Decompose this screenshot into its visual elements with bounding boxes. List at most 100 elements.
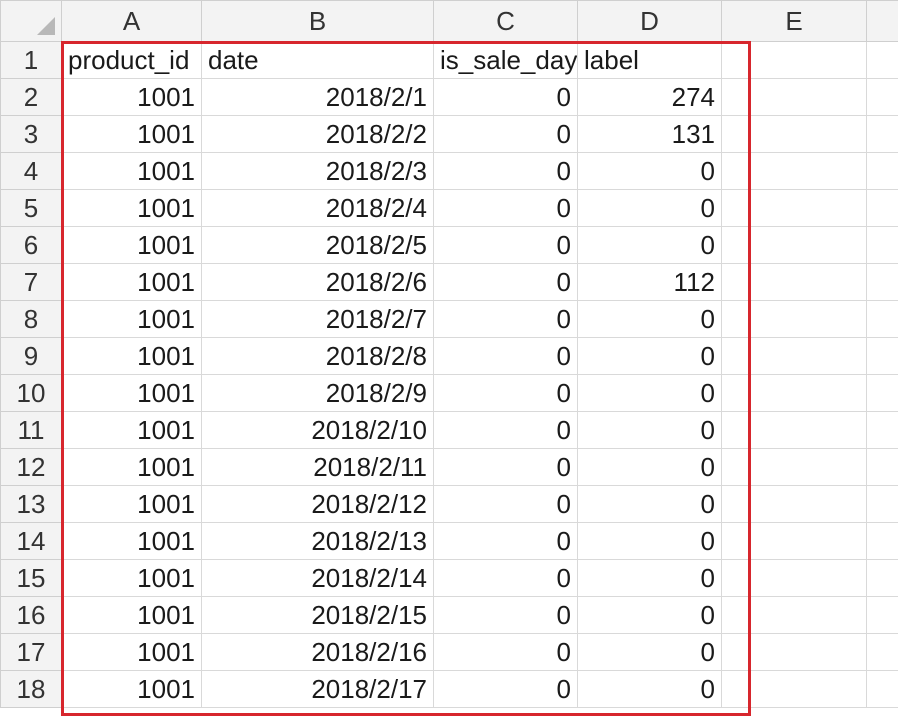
cell-is-sale-day[interactable]: 0: [433, 263, 578, 301]
cell-empty[interactable]: [866, 633, 898, 671]
row-header[interactable]: 3: [0, 115, 62, 153]
row-header[interactable]: 5: [0, 189, 62, 227]
cell-date[interactable]: 2018/2/15: [201, 596, 434, 634]
cell-label[interactable]: 0: [577, 485, 722, 523]
cell-empty[interactable]: [866, 263, 898, 301]
cell-is-sale-day[interactable]: 0: [433, 522, 578, 560]
cell-empty[interactable]: [866, 670, 898, 708]
cell-empty[interactable]: [721, 411, 867, 449]
cell-empty[interactable]: [721, 374, 867, 412]
cell-is-sale-day[interactable]: 0: [433, 596, 578, 634]
cell-label[interactable]: 0: [577, 559, 722, 597]
cell-label[interactable]: 0: [577, 411, 722, 449]
row-header[interactable]: 13: [0, 485, 62, 523]
cell-product-id[interactable]: 1001: [61, 670, 202, 708]
cell-empty[interactable]: [721, 596, 867, 634]
row-header[interactable]: 1: [0, 41, 62, 79]
cell-is-sale-day[interactable]: 0: [433, 115, 578, 153]
cell-date[interactable]: 2018/2/2: [201, 115, 434, 153]
select-all-button[interactable]: [0, 0, 62, 42]
cell-empty[interactable]: [866, 411, 898, 449]
cell-empty[interactable]: [721, 226, 867, 264]
row-header[interactable]: 2: [0, 78, 62, 116]
cell-product-id[interactable]: 1001: [61, 522, 202, 560]
cell-empty[interactable]: [721, 78, 867, 116]
cell-empty[interactable]: [721, 263, 867, 301]
column-header-empty[interactable]: [866, 0, 898, 42]
cell-product-id[interactable]: 1001: [61, 559, 202, 597]
column-header-b[interactable]: B: [201, 0, 434, 42]
column-header-d[interactable]: D: [577, 0, 722, 42]
cell-empty[interactable]: [721, 300, 867, 338]
cell-product-id[interactable]: 1001: [61, 337, 202, 375]
row-header[interactable]: 16: [0, 596, 62, 634]
cell-empty[interactable]: [721, 152, 867, 190]
cell-is-sale-day[interactable]: 0: [433, 559, 578, 597]
cell-date[interactable]: 2018/2/10: [201, 411, 434, 449]
cell-is-sale-day[interactable]: 0: [433, 226, 578, 264]
cell-is-sale-day[interactable]: 0: [433, 374, 578, 412]
cell-label[interactable]: 0: [577, 633, 722, 671]
cell-product-id[interactable]: 1001: [61, 263, 202, 301]
cell-empty[interactable]: [866, 115, 898, 153]
cell-empty[interactable]: [721, 633, 867, 671]
cell-product-id[interactable]: 1001: [61, 115, 202, 153]
cell-label[interactable]: 0: [577, 300, 722, 338]
cell-product-id[interactable]: 1001: [61, 189, 202, 227]
cell-empty[interactable]: [721, 448, 867, 486]
cell-product-id[interactable]: 1001: [61, 596, 202, 634]
row-header[interactable]: 6: [0, 226, 62, 264]
cell-empty[interactable]: [721, 337, 867, 375]
cell-label[interactable]: 0: [577, 448, 722, 486]
cell-empty[interactable]: [866, 337, 898, 375]
cell-label[interactable]: 274: [577, 78, 722, 116]
cell-date[interactable]: 2018/2/9: [201, 374, 434, 412]
cell-product-id[interactable]: 1001: [61, 374, 202, 412]
cell-empty[interactable]: [866, 41, 898, 79]
cell-empty[interactable]: [866, 189, 898, 227]
cell-product-id[interactable]: 1001: [61, 448, 202, 486]
cell-product-id[interactable]: 1001: [61, 485, 202, 523]
cell-is-sale-day[interactable]: 0: [433, 448, 578, 486]
row-header[interactable]: 10: [0, 374, 62, 412]
cell-product-id[interactable]: 1001: [61, 633, 202, 671]
cell-date[interactable]: 2018/2/13: [201, 522, 434, 560]
cell-product-id-header[interactable]: product_id: [61, 41, 202, 79]
row-header[interactable]: 12: [0, 448, 62, 486]
cell-empty[interactable]: [866, 374, 898, 412]
cell-date[interactable]: 2018/2/16: [201, 633, 434, 671]
cell-empty[interactable]: [721, 189, 867, 227]
row-header[interactable]: 17: [0, 633, 62, 671]
cell-date[interactable]: 2018/2/5: [201, 226, 434, 264]
cell-label[interactable]: 0: [577, 189, 722, 227]
cell-date[interactable]: 2018/2/14: [201, 559, 434, 597]
row-header[interactable]: 8: [0, 300, 62, 338]
cell-label[interactable]: 131: [577, 115, 722, 153]
row-header[interactable]: 15: [0, 559, 62, 597]
cell-empty[interactable]: [721, 485, 867, 523]
cell-is-sale-day[interactable]: 0: [433, 300, 578, 338]
cell-date[interactable]: 2018/2/17: [201, 670, 434, 708]
cell-is-sale-day[interactable]: 0: [433, 78, 578, 116]
cell-empty[interactable]: [866, 78, 898, 116]
column-header-e[interactable]: E: [721, 0, 867, 42]
cell-label[interactable]: 0: [577, 337, 722, 375]
row-header[interactable]: 4: [0, 152, 62, 190]
cell-date[interactable]: 2018/2/1: [201, 78, 434, 116]
cell-empty[interactable]: [866, 300, 898, 338]
cell-empty[interactable]: [866, 485, 898, 523]
row-header[interactable]: 18: [0, 670, 62, 708]
cell-date[interactable]: 2018/2/6: [201, 263, 434, 301]
cell-label-header[interactable]: label: [577, 41, 722, 79]
cell-label[interactable]: 0: [577, 596, 722, 634]
cell-empty[interactable]: [721, 670, 867, 708]
cell-date[interactable]: 2018/2/8: [201, 337, 434, 375]
cell-empty[interactable]: [866, 559, 898, 597]
cell-is-sale-day[interactable]: 0: [433, 189, 578, 227]
cell-empty[interactable]: [866, 448, 898, 486]
cell-empty[interactable]: [866, 226, 898, 264]
cell-product-id[interactable]: 1001: [61, 300, 202, 338]
cell-is-sale-day[interactable]: 0: [433, 337, 578, 375]
cell-date-header[interactable]: date: [201, 41, 434, 79]
cell-label[interactable]: 0: [577, 670, 722, 708]
